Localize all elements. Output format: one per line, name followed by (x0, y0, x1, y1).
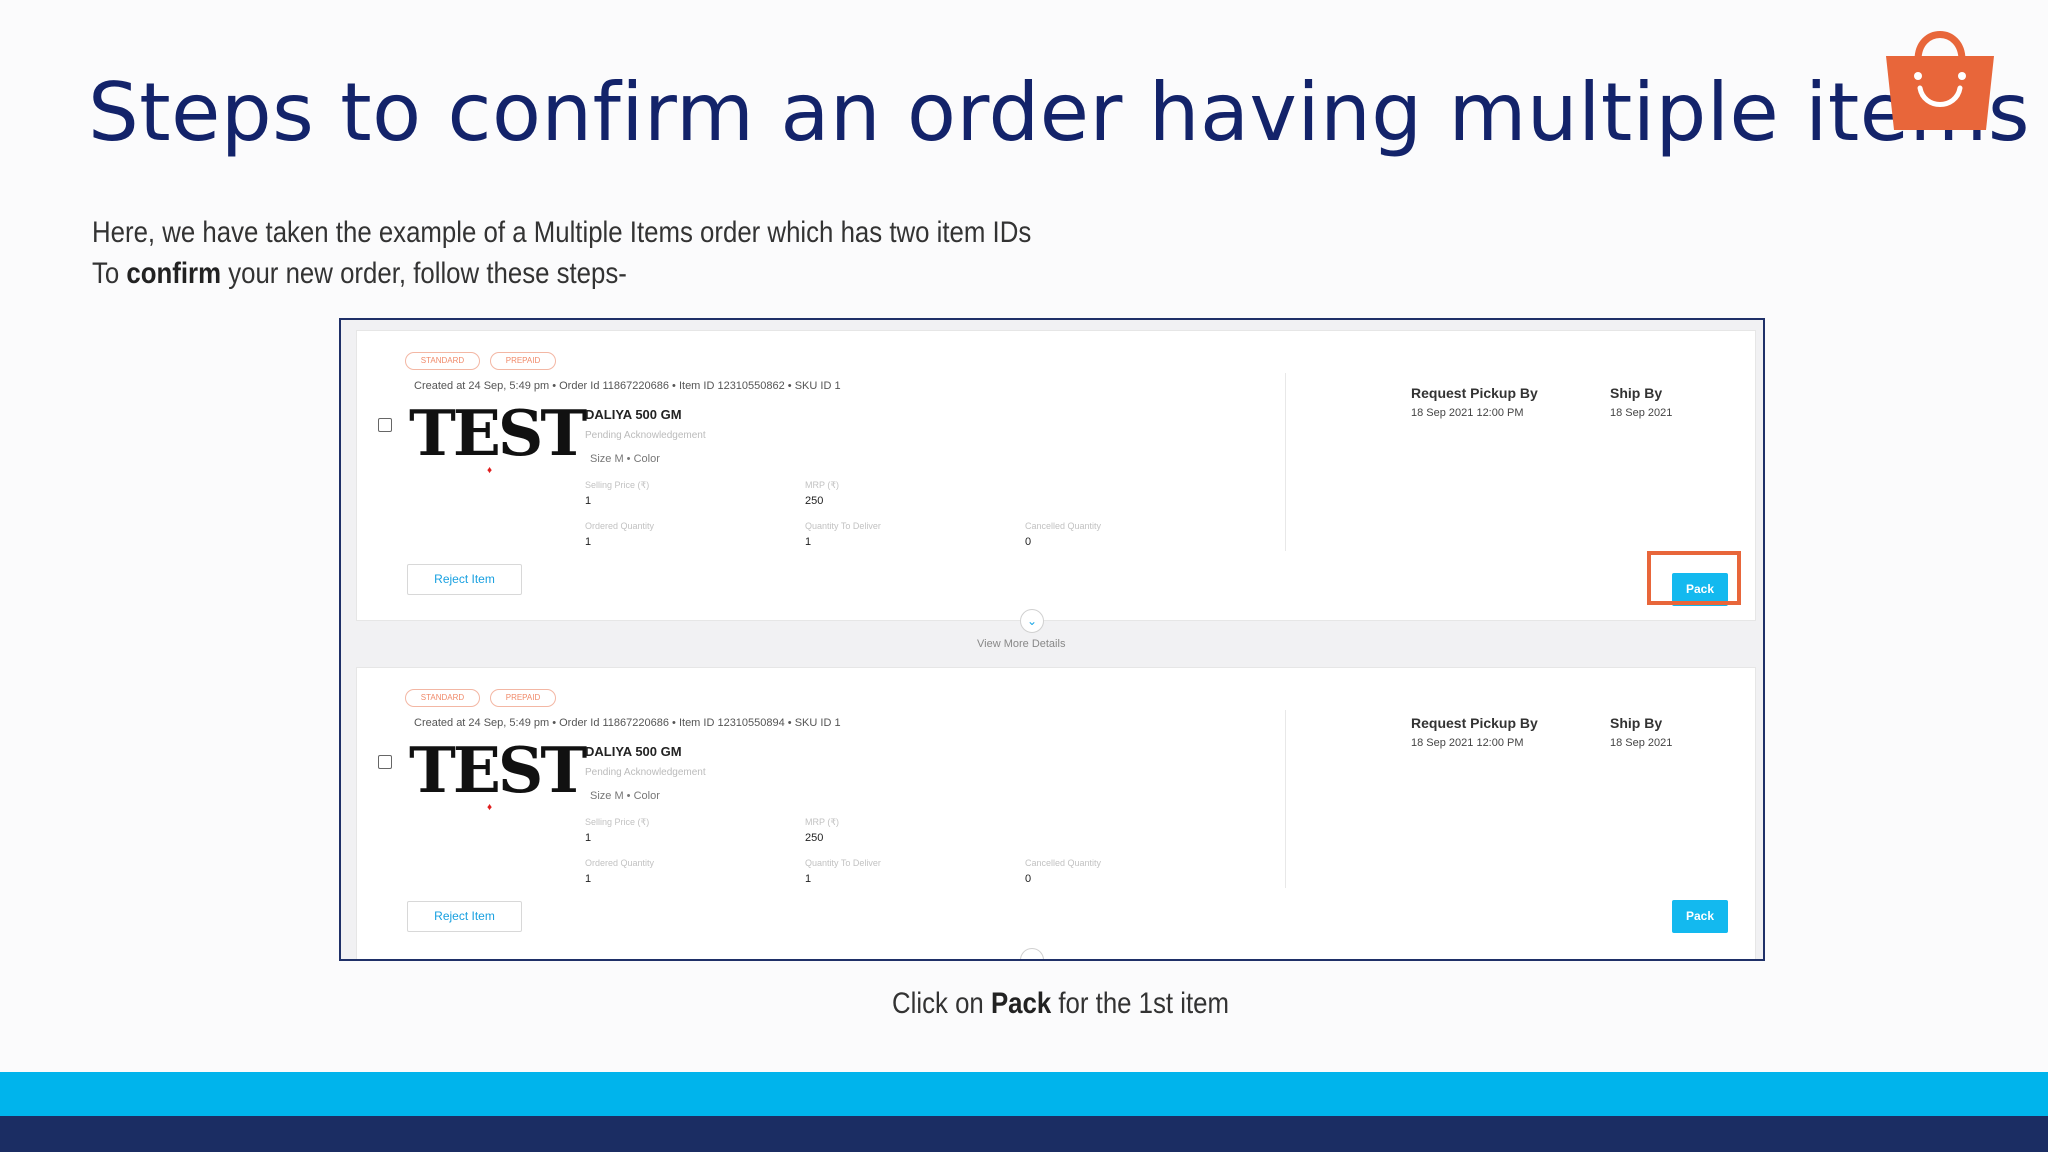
qty-to-deliver-value: 1 (805, 873, 812, 885)
product-image: TEST ♦ (409, 733, 587, 814)
product-variant: Size M • Color (590, 790, 660, 802)
product-image: TEST ♦ (409, 396, 587, 477)
product-name: DALIYA 500 GM (585, 407, 682, 422)
pickup-label: Request Pickup By (1411, 385, 1538, 401)
pickup-label: Request Pickup By (1411, 715, 1538, 731)
order-meta: Created at 24 Sep, 5:49 pm • Order Id 11… (414, 380, 841, 392)
divider (1285, 373, 1286, 551)
mrp-value: 250 (805, 495, 824, 507)
reject-item-button[interactable]: Reject Item (407, 564, 522, 595)
divider (1285, 710, 1286, 888)
instruction-caption: Click on Pack for the 1st item (892, 987, 1230, 1020)
order-meta: Created at 24 Sep, 5:49 pm • Order Id 11… (414, 717, 841, 729)
intro-line-1: Here, we have taken the example of a Mul… (92, 216, 1032, 249)
order-status: Pending Acknowledgement (585, 430, 706, 441)
chevron-down-icon[interactable]: ⌄ (1020, 609, 1044, 633)
selling-price-value: 1 (585, 495, 592, 507)
cancelled-qty-label: Cancelled Quantity (1025, 521, 1102, 531)
prepaid-tag: PREPAID (490, 689, 556, 707)
pickup-value: 18 Sep 2021 12:00 PM (1411, 737, 1524, 749)
reject-item-button[interactable]: Reject Item (407, 901, 522, 932)
ship-by-label: Ship By (1610, 715, 1663, 731)
qty-to-deliver-label: Quantity To Deliver (805, 858, 881, 868)
order-status: Pending Acknowledgement (585, 767, 706, 778)
select-checkbox[interactable] (378, 418, 392, 432)
select-checkbox[interactable] (378, 755, 392, 769)
ship-by-value: 18 Sep 2021 (1610, 737, 1673, 749)
standard-tag: STANDARD (405, 689, 480, 707)
footer-band-light (0, 1072, 2048, 1116)
ordered-qty-value: 1 (585, 873, 592, 885)
prepaid-tag: PREPAID (490, 352, 556, 370)
mrp-label: MRP (₹) (805, 480, 840, 490)
ordered-qty-value: 1 (585, 536, 592, 548)
order-card: STANDARD PREPAID Created at 24 Sep, 5:49… (356, 667, 1756, 959)
intro-text: Here, we have taken the example of a Mul… (92, 212, 1031, 294)
footer-band-dark (0, 1116, 2048, 1152)
standard-tag: STANDARD (405, 352, 480, 370)
orders-screenshot: STANDARD PREPAID Created at 24 Sep, 5:49… (339, 318, 1765, 961)
shopping-bag-icon (1886, 31, 1994, 130)
ordered-qty-label: Ordered Quantity (585, 858, 655, 868)
qty-to-deliver-label: Quantity To Deliver (805, 521, 881, 531)
mrp-label: MRP (₹) (805, 817, 840, 827)
qty-to-deliver-value: 1 (805, 536, 812, 548)
product-variant: Size M • Color (590, 453, 660, 465)
cancelled-qty-value: 0 (1025, 873, 1032, 885)
cancelled-qty-label: Cancelled Quantity (1025, 858, 1102, 868)
cancelled-qty-value: 0 (1025, 536, 1032, 548)
ordered-qty-label: Ordered Quantity (585, 521, 655, 531)
selling-price-label: Selling Price (₹) (585, 480, 650, 490)
ship-by-label: Ship By (1610, 385, 1663, 401)
pickup-value: 18 Sep 2021 12:00 PM (1411, 407, 1524, 419)
intro-line-2: To confirm your new order, follow these … (92, 257, 627, 290)
selling-price-label: Selling Price (₹) (585, 817, 650, 827)
ship-by-value: 18 Sep 2021 (1610, 407, 1673, 419)
order-card: STANDARD PREPAID Created at 24 Sep, 5:49… (356, 330, 1756, 621)
view-more-details-link[interactable]: View More Details (977, 638, 1065, 650)
pack-button[interactable]: Pack (1672, 900, 1728, 933)
slide-title: Steps to confirm an order having multipl… (88, 66, 2031, 159)
selling-price-value: 1 (585, 832, 592, 844)
mrp-value: 250 (805, 832, 824, 844)
pack-highlight-box (1647, 551, 1741, 605)
product-name: DALIYA 500 GM (585, 744, 682, 759)
